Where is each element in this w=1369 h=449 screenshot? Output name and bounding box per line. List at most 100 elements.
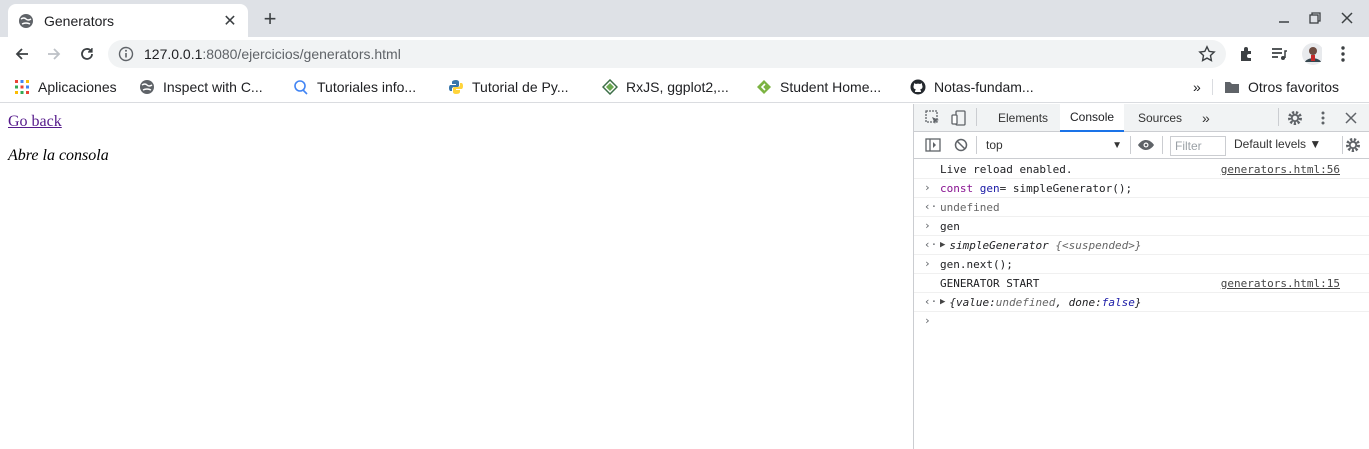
go-back-link[interactable]: Go back <box>8 113 62 131</box>
close-icon <box>1341 12 1353 24</box>
bookmark-python[interactable]: Tutorial de Py... <box>448 77 568 97</box>
bookmark-star-icon[interactable] <box>1198 45 1216 63</box>
address-bar[interactable]: 127.0.0.1:8080/ejercicios/generators.htm… <box>108 40 1226 68</box>
prompt-chevron-icon: › <box>924 314 931 327</box>
apps-grid-icon <box>14 79 30 95</box>
globe-icon <box>19 13 33 28</box>
arrow-left-icon <box>15 48 28 60</box>
chevron-logo-icon <box>756 79 772 95</box>
console-input-line: › gen <box>914 217 1369 236</box>
chevron-down-icon: ▼ <box>1112 139 1122 151</box>
sidebar-toggle-icon[interactable] <box>924 136 942 154</box>
kebab-menu-icon <box>1341 46 1345 62</box>
source-link[interactable]: generators.html:56 <box>1221 163 1340 176</box>
window-close-button[interactable] <box>1337 8 1357 28</box>
tab-sources[interactable]: Sources <box>1128 104 1192 132</box>
return-arrow-icon: ‹· <box>924 295 938 308</box>
inspect-element-icon[interactable] <box>924 109 942 127</box>
github-icon <box>910 79 926 95</box>
console-input-line: › gen.next(); <box>914 255 1369 274</box>
more-tabs-button[interactable]: » <box>1198 104 1214 132</box>
chevron-right-icon: › <box>924 257 931 270</box>
bookmark-notas[interactable]: Notas-fundam... <box>910 77 1034 97</box>
console-result-line[interactable]: ‹· ▶ simpleGenerator {<suspended>} <box>914 236 1369 255</box>
expand-triangle-icon[interactable]: ▶ <box>940 297 945 307</box>
toolbar-divider <box>976 136 977 154</box>
console-result-line[interactable]: ‹· ▶ {value: undefined, done: false} <box>914 293 1369 312</box>
devtools-tab-bar: Elements Console Sources » <box>914 104 1369 132</box>
console-result-line: ‹· undefined <box>914 198 1369 217</box>
chevron-right-icon: › <box>924 219 931 232</box>
bookmarks-bar: Aplicaciones Inspect with C... Tutoriale… <box>0 71 1369 103</box>
info-icon[interactable] <box>118 46 134 62</box>
bookmark-tutoriales[interactable]: Tutoriales info... <box>293 77 416 97</box>
expand-triangle-icon[interactable]: ▶ <box>940 240 945 250</box>
toolbar-divider <box>976 108 977 126</box>
reload-button[interactable] <box>75 42 99 66</box>
log-levels-dropdown[interactable]: Default levels ▼ <box>1234 137 1321 151</box>
minimize-button[interactable] <box>1274 8 1294 28</box>
page-viewport: Go back Abre la consola <box>0 104 913 449</box>
other-bookmarks-folder[interactable]: Otros favoritos <box>1224 77 1339 97</box>
browser-toolbar: 127.0.0.1:8080/ejercicios/generators.htm… <box>0 37 1369 71</box>
folder-icon <box>1224 79 1240 95</box>
tab-strip: Generators ✕ + <box>0 0 1369 37</box>
search-bubble-icon <box>293 79 309 95</box>
diamond-logo-icon <box>602 79 618 95</box>
device-toggle-icon[interactable] <box>950 109 968 127</box>
tab-close-icon[interactable]: ✕ <box>222 13 238 30</box>
toolbar-divider <box>1278 108 1279 126</box>
new-tab-button[interactable]: + <box>258 7 282 31</box>
console-log-line: Live reload enabled. generators.html:56 <box>914 160 1369 179</box>
eye-icon[interactable] <box>1137 136 1155 154</box>
url-text: 127.0.0.1:8080/ejercicios/generators.htm… <box>144 46 401 62</box>
bookmark-inspect[interactable]: Inspect with C... <box>139 77 263 97</box>
clear-console-icon[interactable] <box>952 136 970 154</box>
kebab-menu-icon[interactable] <box>1314 109 1332 127</box>
execution-context-select[interactable]: top ▼ <box>986 136 1122 154</box>
puzzle-icon <box>1241 47 1251 61</box>
chevron-right-icon: › <box>924 181 931 194</box>
tab-console[interactable]: Console <box>1060 104 1125 132</box>
queue-music-icon <box>1272 48 1287 60</box>
bookmarks-divider <box>1212 79 1213 95</box>
console-toolbar: top ▼ Filter Default levels ▼ <box>914 132 1369 159</box>
avatar <box>1302 43 1322 65</box>
console-input-line: › const gen = simpleGenerator(); <box>914 179 1369 198</box>
bookmark-rxjs[interactable]: RxJS, ggplot2,... <box>602 77 729 97</box>
tab-title: Generators <box>44 12 115 29</box>
minimize-icon <box>1279 21 1289 23</box>
source-link[interactable]: generators.html:15 <box>1221 277 1340 290</box>
forward-button[interactable] <box>42 42 66 66</box>
restore-icon <box>1309 12 1321 24</box>
bookmark-apps[interactable]: Aplicaciones <box>14 77 117 97</box>
console-settings-gear-icon[interactable] <box>1344 136 1362 154</box>
return-arrow-icon: ‹· <box>924 200 938 213</box>
reload-icon <box>81 48 93 60</box>
toolbar-divider <box>1130 136 1131 154</box>
console-log-line: GENERATOR START generators.html:15 <box>914 274 1369 293</box>
arrow-right-icon <box>48 48 61 60</box>
console-filter-input[interactable]: Filter <box>1170 136 1226 156</box>
restore-button[interactable] <box>1305 8 1325 28</box>
close-devtools-icon[interactable] <box>1342 109 1360 127</box>
gear-icon[interactable] <box>1286 109 1304 127</box>
python-logo-icon <box>448 79 464 95</box>
tab-elements[interactable]: Elements <box>986 104 1060 132</box>
globe-icon <box>139 79 155 95</box>
back-button[interactable] <box>10 42 34 66</box>
bookmark-student-home[interactable]: Student Home... <box>756 77 881 97</box>
bookmarks-overflow-button[interactable]: » <box>1193 77 1201 97</box>
instruction-text: Abre la consola <box>8 147 109 164</box>
return-arrow-icon: ‹· <box>924 238 938 251</box>
extensions-button[interactable] <box>1237 44 1257 64</box>
profile-button[interactable] <box>1302 43 1322 65</box>
browser-tab[interactable]: Generators ✕ <box>8 4 248 37</box>
devtools-panel: Elements Console Sources » top ▼ Filter … <box>913 104 1369 449</box>
browser-menu-button[interactable] <box>1333 44 1353 64</box>
media-controls-button[interactable] <box>1269 44 1289 64</box>
toolbar-divider <box>1342 136 1343 154</box>
toolbar-divider <box>1162 136 1163 154</box>
console-output: Live reload enabled. generators.html:56 … <box>914 160 1369 331</box>
console-prompt[interactable]: › <box>914 312 1369 331</box>
